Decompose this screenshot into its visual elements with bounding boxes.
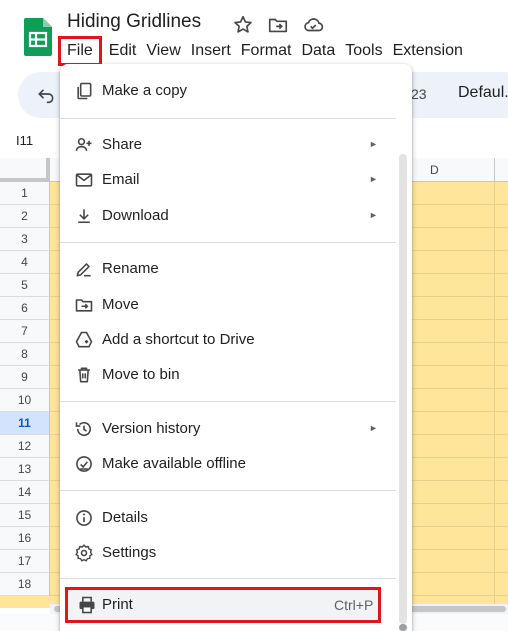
file-menu: Make a copy Share ► Email ► Download ► R… [60,64,412,631]
row-header[interactable]: 10 [0,389,50,412]
menu-item-settings[interactable]: Settings [60,536,400,570]
menu-item-details[interactable]: Details [60,501,400,535]
submenu-arrow-icon: ► [369,210,378,220]
row-headers: 1 2 3 4 5 6 7 8 9 10 11 12 13 14 15 16 17 18 [0,182,50,596]
select-all-corner[interactable] [0,158,50,182]
print-icon [77,595,97,615]
move-folder-icon [74,295,94,315]
document-title[interactable]: Hiding Gridlines [67,11,201,33]
row-header[interactable]: 3 [0,228,50,251]
menu-extensions[interactable]: Extension [388,36,468,66]
row-header[interactable]: 7 [0,320,50,343]
menu-item-label: Email [102,171,140,188]
menu-divider [60,401,396,402]
menu-divider [60,578,396,579]
offline-check-icon [74,454,94,474]
menu-item-label: Rename [102,260,159,277]
row-header[interactable]: 18 [0,573,50,596]
info-icon [74,508,94,528]
menu-item-move-to-bin[interactable]: Move to bin [60,358,400,392]
row-header[interactable]: 6 [0,297,50,320]
row-header[interactable]: 14 [0,481,50,504]
menu-item-label: Share [102,136,143,153]
rename-icon [74,259,94,279]
row-header[interactable]: 12 [0,435,50,458]
drive-shortcut-icon [74,330,94,350]
font-family-select[interactable]: Defaul. [458,84,508,102]
move-folder-icon[interactable] [267,14,289,36]
row-header[interactable]: 16 [0,527,50,550]
menu-divider [60,242,396,243]
menu-item-version-history[interactable]: Version history ► [60,412,400,446]
email-icon [74,170,94,190]
menu-item-make-available-offline[interactable]: Make available offline [60,447,400,481]
menu-scrollbar-thumb[interactable] [399,624,407,631]
gear-icon [74,543,94,563]
row-header[interactable]: 2 [0,205,50,228]
sheets-logo-icon[interactable] [24,18,52,56]
column-header-d[interactable]: D [430,163,439,177]
menu-item-label: Settings [102,544,157,561]
row-header[interactable]: 4 [0,251,50,274]
star-icon[interactable] [232,14,254,36]
menu-scrollbar[interactable] [399,154,407,624]
submenu-arrow-icon: ► [369,423,378,433]
menu-item-label: Move [102,296,139,313]
menu-data[interactable]: Data [296,36,340,66]
menu-item-label: Move to bin [102,366,180,383]
number-format-button[interactable]: 23 [411,86,427,102]
column-divider [494,158,495,182]
row-header[interactable]: 13 [0,458,50,481]
menu-item-make-a-copy[interactable]: Make a copy [60,74,400,108]
menu-item-label: Download [102,207,169,224]
row-header[interactable]: 8 [0,343,50,366]
menu-item-rename[interactable]: Rename [60,252,400,286]
submenu-arrow-icon: ► [369,174,378,184]
menu-item-label: Print [102,596,133,613]
row-header[interactable]: 9 [0,366,50,389]
menu-item-label: Version history [102,420,201,437]
copy-icon [74,81,94,101]
menu-item-print[interactable]: Print Ctrl+P [65,587,381,623]
menu-edit[interactable]: Edit [104,36,142,66]
cloud-saved-icon[interactable] [302,14,324,36]
menu-item-download[interactable]: Download ► [60,199,400,233]
row-header[interactable]: 1 [0,182,50,205]
menu-insert[interactable]: Insert [186,36,236,66]
menu-tools[interactable]: Tools [340,36,387,66]
menu-item-email[interactable]: Email ► [60,163,400,197]
submenu-arrow-icon: ► [369,139,378,149]
row-header[interactable]: 11 [0,412,50,435]
history-icon [74,419,94,439]
undo-icon[interactable] [36,84,56,104]
print-shortcut: Ctrl+P [334,597,374,613]
name-box[interactable]: I11 [16,133,33,148]
menu-file[interactable]: File [58,36,102,66]
grid-column-line [494,182,495,608]
menu-view[interactable]: View [141,36,185,66]
menu-item-label: Make available offline [102,455,246,472]
menu-divider [60,118,396,119]
menu-item-label: Details [102,509,148,526]
menu-item-label: Make a copy [102,82,188,99]
row-header[interactable]: 5 [0,274,50,297]
trash-icon [74,365,94,385]
menu-bar: File Edit View Insert Format Data Tools Extensi… [58,36,468,66]
row-header[interactable]: 17 [0,550,50,573]
menu-item-add-shortcut[interactable]: Add a shortcut to Drive [60,323,400,357]
menu-divider [60,490,396,491]
menu-format[interactable]: Format [236,36,297,66]
menu-item-label: Add a shortcut to Drive [102,331,255,348]
menu-item-move[interactable]: Move [60,288,400,322]
menu-item-share[interactable]: Share ► [60,128,400,162]
share-person-icon [74,135,94,155]
download-icon [74,206,94,226]
row-header[interactable]: 15 [0,504,50,527]
